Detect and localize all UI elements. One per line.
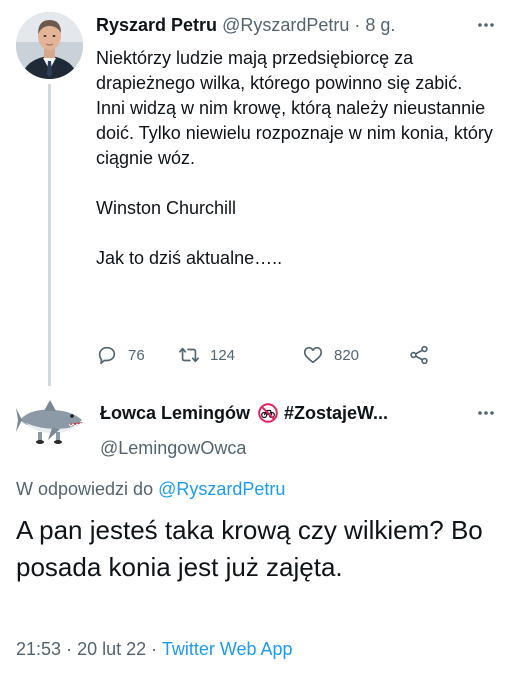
replying-prefix: W odpowiedzi do xyxy=(16,479,154,499)
tweet-metadata: 21:53 · 20 lut 22 · Twitter Web App xyxy=(16,638,293,660)
separator: · xyxy=(66,639,73,659)
profile-photo xyxy=(16,12,83,79)
retweet-icon xyxy=(179,347,199,363)
avatar[interactable] xyxy=(16,398,88,448)
no-bicycle-icon xyxy=(258,403,278,423)
like-count: 820 xyxy=(334,346,360,364)
reply-author: Łowca Lemingów #ZostajeW... xyxy=(100,402,388,424)
tweet-paragraph: Jak to dziś aktualne….. xyxy=(96,248,283,268)
replying-to: W odpowiedzi do @RyszardPetru xyxy=(16,478,285,500)
more-icon[interactable] xyxy=(475,402,497,424)
shark-icon xyxy=(16,400,83,444)
share-button[interactable] xyxy=(408,340,440,370)
tweet-header: Ryszard Petru @RyszardPetru · 8 g. xyxy=(96,14,395,36)
reply-text: A pan jesteś taka krową czy wilkiem? Bo … xyxy=(16,515,483,582)
tweet-paragraph: Niektórzy ludzie mają przedsiębiorcę za … xyxy=(96,48,493,168)
author-name[interactable]: Ryszard Petru xyxy=(96,15,217,35)
avatar[interactable] xyxy=(16,12,83,79)
author-name[interactable]: Łowca Lemingów xyxy=(100,402,250,424)
share-icon xyxy=(410,345,428,365)
tweet-actions: 76 124 820 xyxy=(96,340,476,370)
top-tweet[interactable]: Ryszard Petru @RyszardPetru · 8 g. Niekt… xyxy=(0,0,517,386)
author-handle[interactable]: @RyszardPetru xyxy=(222,15,349,35)
separator: · xyxy=(354,15,361,35)
heart-icon xyxy=(303,346,323,364)
reply-button[interactable]: 76 xyxy=(96,340,145,370)
author-name-suffix[interactable]: #ZostajeW... xyxy=(284,402,388,424)
mention-link[interactable]: @RyszardPetru xyxy=(158,479,285,499)
source-link[interactable]: Twitter Web App xyxy=(162,639,293,659)
retweet-count: 124 xyxy=(210,346,236,364)
author-handle[interactable]: @LemingowOwca xyxy=(100,437,246,459)
like-button[interactable]: 820 xyxy=(302,340,359,370)
tweet-time[interactable]: 21:53 xyxy=(16,639,61,659)
reply-count: 76 xyxy=(128,346,145,364)
tweet-date[interactable]: 20 lut 22 xyxy=(77,639,146,659)
tweet-text: Niektórzy ludzie mają przedsiębiorcę za … xyxy=(96,46,496,271)
separator: · xyxy=(151,639,158,659)
reply-icon xyxy=(98,346,116,365)
tweet-paragraph: Winston Churchill xyxy=(96,198,237,218)
more-icon[interactable] xyxy=(475,14,497,36)
tweet-time[interactable]: 8 g. xyxy=(365,15,395,35)
thread-line xyxy=(48,84,51,386)
retweet-button[interactable]: 124 xyxy=(178,340,235,370)
